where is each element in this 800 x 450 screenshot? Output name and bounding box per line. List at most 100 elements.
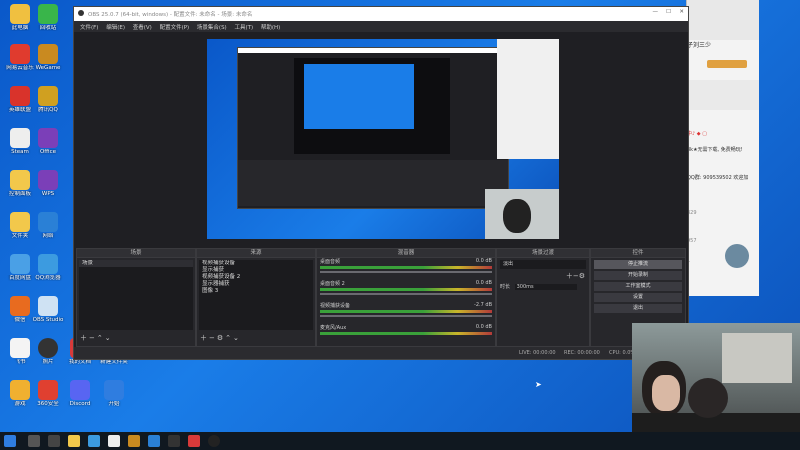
app-icon <box>104 380 124 400</box>
duration-input[interactable]: 300ms <box>514 284 577 290</box>
app-icon <box>38 86 58 106</box>
menu-edit[interactable]: 编辑(E) <box>106 23 125 31</box>
edge-icon[interactable] <box>88 435 100 447</box>
source-item[interactable]: 显示捕获 <box>199 267 313 274</box>
windows-start-icon[interactable] <box>4 435 16 447</box>
volume-meter <box>320 266 492 269</box>
stop-streaming-button[interactable]: 停止推流 <box>594 260 682 269</box>
chat-line: 3k★无需下载, 免费畅玩! <box>687 147 743 153</box>
desktop-icon[interactable]: Discord <box>62 380 98 407</box>
mixer-channel: 麦克风/Aux 0.0 dB <box>317 324 495 346</box>
obs-window: OBS 25.0.7 (64-bit, windows) - 配置文件: 未命名… <box>73 6 689 360</box>
menu-profile[interactable]: 配置文件(P) <box>160 23 190 31</box>
minimize-icon[interactable]: — <box>653 9 659 15</box>
volume-slider[interactable] <box>320 315 492 317</box>
transition-toolbar[interactable]: ＋−⚙ <box>497 271 589 281</box>
menu-scene-collection[interactable]: 场景集合(S) <box>197 23 227 31</box>
person-face <box>652 375 680 411</box>
source-item[interactable]: 视频捕获设备 2 <box>199 274 313 281</box>
channel-name: 桌面音频 2 <box>320 281 345 287</box>
window-title: OBS 25.0.7 (64-bit, windows) - 配置文件: 未命名… <box>88 12 253 18</box>
studio-mode-button[interactable]: 工作室模式 <box>594 282 682 291</box>
status-bar: LIVE: 00:00:00 REC: 00:00:00 CPU: 0.0% <box>74 347 688 359</box>
app-icon[interactable] <box>188 435 200 447</box>
channel-db: -2.7 dB <box>474 302 492 308</box>
nested-title-bar <box>238 48 508 53</box>
desktop-icon[interactable]: WeGame <box>30 44 66 71</box>
scenes-toolbar[interactable]: ＋−⌃⌄ <box>80 333 113 343</box>
desktop-icon[interactable]: 360安全 <box>30 380 66 407</box>
nested-docks <box>238 160 508 206</box>
start-recording-button[interactable]: 开始录制 <box>594 271 682 280</box>
menu-file[interactable]: 文件(F) <box>80 23 98 31</box>
person-head <box>503 199 531 233</box>
channel-name: 视频捕获设备 <box>320 303 351 309</box>
app-icon <box>70 380 90 400</box>
mouse-cursor-icon: ➤ <box>535 380 542 389</box>
channel-db: 0.0 dB <box>475 324 492 330</box>
sources-title: 来源 <box>197 249 315 258</box>
nested-chat <box>497 39 559 159</box>
app-icon <box>38 380 58 400</box>
file-explorer-icon[interactable] <box>68 435 80 447</box>
app-icon <box>38 170 58 190</box>
sources-list: 视频捕获设备 显示捕获 视频捕获设备 2 显示器捕获 图像 3 <box>199 260 313 330</box>
source-item[interactable]: 显示器捕获 <box>199 281 313 288</box>
app-icon[interactable] <box>128 435 140 447</box>
app-icon <box>10 4 30 24</box>
maximize-icon[interactable]: ☐ <box>666 9 671 15</box>
app-icon[interactable] <box>168 435 180 447</box>
desktop-icon[interactable]: WPS <box>30 170 66 197</box>
obs-taskbar-icon[interactable] <box>208 435 220 447</box>
badge-row <box>707 60 747 68</box>
app-icon <box>38 296 58 316</box>
app-icon <box>10 296 30 316</box>
volume-slider[interactable] <box>320 293 492 295</box>
sources-toolbar[interactable]: ＋−⚙⌃⌄ <box>200 333 241 343</box>
scene-item[interactable]: 场景 <box>79 260 193 267</box>
source-item[interactable]: 图像 3 <box>199 288 313 295</box>
close-icon[interactable]: ✕ <box>679 9 684 15</box>
source-item[interactable]: 视频捕获设备 <box>199 260 313 267</box>
volume-slider[interactable] <box>320 271 492 273</box>
transition-select[interactable]: 淡出 <box>500 260 586 269</box>
desktop-icon[interactable]: 开始 <box>96 380 132 407</box>
nested-preview-inner <box>304 64 414 129</box>
menu-tools[interactable]: 工具(T) <box>234 23 253 31</box>
app-icon <box>10 128 30 148</box>
controls-title: 控件 <box>591 249 685 258</box>
desktop-icon[interactable]: 照片 <box>30 338 66 365</box>
background-wall <box>722 333 792 383</box>
search-icon[interactable] <box>28 435 40 447</box>
chrome-icon[interactable] <box>108 435 120 447</box>
settings-button[interactable]: 设置 <box>594 293 682 302</box>
duration-label: 时长 <box>500 284 511 290</box>
desktop-icon[interactable]: QQ浏览器 <box>30 254 66 281</box>
mixer-channel: 视频捕获设备 -2.7 dB <box>317 302 495 324</box>
exit-button[interactable]: 退出 <box>594 304 682 313</box>
app-icon <box>38 4 58 24</box>
chat-toolbar <box>687 80 759 110</box>
mixer-title: 混音器 <box>317 249 495 258</box>
volume-meter <box>320 310 492 313</box>
desktop-icon[interactable]: OBS Studio <box>30 296 66 323</box>
desktop-icon[interactable]: 回收站 <box>30 4 66 31</box>
task-view-icon[interactable] <box>48 435 60 447</box>
channel-name: 桌面音频 <box>320 259 341 265</box>
app-icon <box>38 128 58 148</box>
desktop-icon[interactable]: 腾讯QQ <box>30 86 66 113</box>
webcam-overlay <box>632 323 800 450</box>
channel-name: 麦克风/Aux <box>320 325 347 331</box>
avatar[interactable] <box>725 244 749 268</box>
menu-help[interactable]: 帮助(H) <box>261 23 280 31</box>
menu-view[interactable]: 查看(V) <box>133 23 152 31</box>
document-icon <box>10 338 30 358</box>
chat-line: QQ群: 909539502 欢迎加 <box>687 175 749 181</box>
sources-dock: 来源 视频捕获设备 显示捕获 视频捕获设备 2 显示器捕获 图像 3 ＋−⚙⌃⌄ <box>196 248 316 347</box>
desktop-icon[interactable]: 网络 <box>30 212 66 239</box>
desktop-icon[interactable]: Office <box>30 128 66 155</box>
obs-logo-icon <box>78 10 84 16</box>
app-icon[interactable] <box>148 435 160 447</box>
chat-panel: 子刘三少 中♪ ◆ ▢ 3k★无需下载, 免费畅玩! QQ群: 90953950… <box>686 0 759 296</box>
preview-canvas[interactable] <box>207 39 559 239</box>
